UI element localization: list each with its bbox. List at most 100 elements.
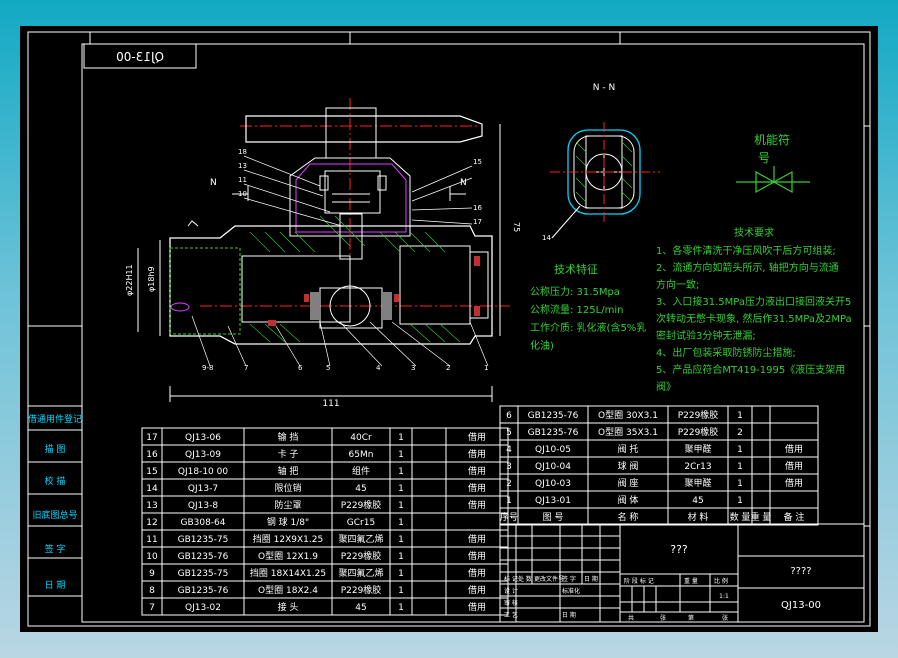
drawing-sheet: QJ13-00 18 13 11 10 15 16 17 N N 9-8 7 6… — [20, 26, 878, 632]
bom-cell-material: P229橡胶 — [341, 550, 382, 562]
tech-req-line-4: 3、入口接31.5MPa压力液出口接回液关开5 — [656, 295, 851, 308]
symbol-title-2: 号 — [758, 151, 770, 165]
bom-cell-qty: 1 — [737, 479, 743, 489]
bom-cell-material: 2Cr13 — [684, 462, 711, 472]
bom-cell-no: 3 — [506, 462, 512, 472]
bom-cell-qty: 1 — [398, 501, 404, 511]
tech-features-line-3: 工作介质: 乳化液(含5%乳 — [530, 321, 646, 334]
balloon-4: 4 — [376, 364, 381, 372]
tech-req-line-6: 密封试验3分钟无泄漏; — [656, 329, 756, 342]
bom-cell-code: QJ18-10 00 — [178, 467, 228, 477]
scale-value: 1:1 — [719, 593, 729, 600]
bom-cell-qty: 1 — [737, 462, 743, 472]
balloon-10: 10 — [238, 190, 247, 198]
balloon-17: 17 — [473, 218, 482, 226]
tb-scale-label: 比 例 — [714, 577, 728, 585]
bom-header-code: 图 号 — [543, 512, 564, 523]
bom-cell-qty: 1 — [398, 433, 404, 443]
dim-dia-outer: φ22H11 — [125, 264, 134, 296]
section-n-n-view: N - N 14 — [542, 83, 660, 242]
bom-cell-name: O型圈 12X1.9 — [258, 551, 318, 562]
bom-cell-no: 6 — [506, 411, 512, 421]
cut-label-right: N — [460, 178, 467, 188]
bom-cell-name: 阀 体 — [618, 494, 639, 506]
tb-role-label-2: 标准化 — [562, 587, 580, 595]
tb-role-label-3: 审 核 — [504, 599, 518, 607]
left-stamp-column: 借通用件登记 描 图 校 描 旧底图总号 签 字 日 期 — [27, 405, 83, 597]
bom-cell-no: 14 — [146, 484, 158, 494]
bom-cell-name: 钢 球 1/8" — [267, 516, 309, 528]
bom-cell-material: 40Cr — [350, 433, 372, 443]
balloon-9-8: 9-8 — [202, 364, 213, 372]
balloon-5: 5 — [326, 364, 330, 372]
bom-cell-qty: 1 — [398, 603, 404, 613]
bom-cell-name: 阀 座 — [618, 477, 639, 489]
bom-cell-code: GB1235-76 — [178, 586, 229, 596]
bom-cell-name: 轴 把 — [278, 465, 299, 477]
bom-cell-no: 11 — [146, 535, 157, 545]
bom-cell-note: 借用 — [468, 533, 486, 545]
bom-cell-material: 聚甲醛 — [684, 477, 711, 489]
bom-cell-material: P229橡胶 — [341, 584, 382, 596]
bom-cell-no: 10 — [146, 552, 158, 562]
bom-cell-note: 借用 — [468, 601, 486, 613]
bom-cell-material: 聚四氟乙烯 — [338, 567, 383, 579]
bom-cell-code: QJ13-7 — [188, 484, 218, 494]
section-label: N - N — [593, 83, 615, 93]
bom-cell-name: 接 头 — [278, 601, 299, 613]
tb-role-label-5: 日 期 — [562, 611, 576, 619]
bom-cell-no: 15 — [146, 467, 157, 477]
bom-cell-no: 2 — [506, 479, 512, 489]
bom-cell-note: 借用 — [468, 431, 486, 443]
bom-cell-code: QJ13-8 — [188, 501, 218, 511]
tb-role-label-1: 设 计 — [504, 587, 518, 595]
bom-cell-qty: 1 — [737, 496, 743, 506]
tech-req-line-8: 5、产品应符合MT419-1995《液压支架用 — [656, 363, 845, 376]
bom-cell-material: 45 — [355, 484, 366, 494]
bom-cell-qty: 1 — [398, 484, 404, 494]
symbol-title-1: 机能符 — [754, 132, 790, 147]
balloon-14: 14 — [542, 234, 551, 242]
balloon-18: 18 — [238, 148, 247, 156]
bom-cell-material: 45 — [692, 496, 703, 506]
bom-cell-no: 5 — [506, 428, 512, 438]
bom-cell-code: QJ10-05 — [535, 445, 571, 455]
bom-cell-code: GB1235-76 — [528, 411, 579, 421]
bom-cell-no: 4 — [506, 445, 512, 455]
bom-cell-qty: 1 — [737, 411, 743, 421]
tb-stage-label: 阶 段 标 记 — [624, 577, 654, 585]
bom-cell-material: P229橡胶 — [678, 426, 719, 438]
bom-header-note: 备 注 — [784, 511, 805, 523]
bom-table-left: 17 QJ13-06 输 挡 40Cr 1 借用16 QJ13-09 卡 子 65Mn 1 借用15… — [141, 427, 509, 616]
bom-cell-name: 阀 托 — [618, 443, 639, 455]
bom-header-material: 材 料 — [688, 511, 709, 523]
balloon-2: 2 — [446, 364, 450, 372]
bom-cell-code: QJ13-06 — [185, 433, 221, 443]
tech-requirements-title: 技术要求 — [734, 226, 774, 239]
bom-cell-no: 13 — [146, 501, 157, 511]
stamp-label-3: 校 描 — [45, 475, 66, 487]
bom-header-no: 序号 — [500, 511, 518, 523]
bom-cell-note: 借用 — [785, 460, 803, 472]
bom-cell-qty: 1 — [398, 535, 404, 545]
bom-cell-no: 12 — [146, 518, 157, 528]
bom-cell-material: 组件 — [352, 465, 370, 477]
bom-cell-no: 16 — [146, 450, 158, 460]
balloon-11: 11 — [238, 176, 247, 184]
stamp-label-4: 旧底图总号 — [32, 509, 77, 521]
balloon-15: 15 — [473, 158, 482, 166]
bom-cell-code: QJ13-01 — [535, 496, 571, 506]
tech-req-line-9: 阀》 — [656, 380, 676, 393]
bom-cell-material: 45 — [355, 603, 366, 613]
valve-section-view — [137, 98, 510, 402]
bom-cell-code: GB1235-76 — [178, 552, 229, 562]
bom-cell-material: 聚四氟乙烯 — [338, 533, 383, 545]
bom-cell-note: 借用 — [468, 448, 486, 460]
tb-weight-label: 重 量 — [684, 577, 698, 585]
bom-cell-note: 借用 — [785, 443, 803, 455]
tech-features-line-1: 公称压力: 31.5Mpa — [530, 285, 620, 298]
code-mirrored-text: QJ13-00 — [116, 50, 164, 64]
bom-cell-material: 聚甲醛 — [684, 443, 711, 455]
bom-cell-name: 挡圈 18X14X1.25 — [250, 567, 326, 579]
bom-cell-code: GB1235-75 — [178, 569, 229, 579]
